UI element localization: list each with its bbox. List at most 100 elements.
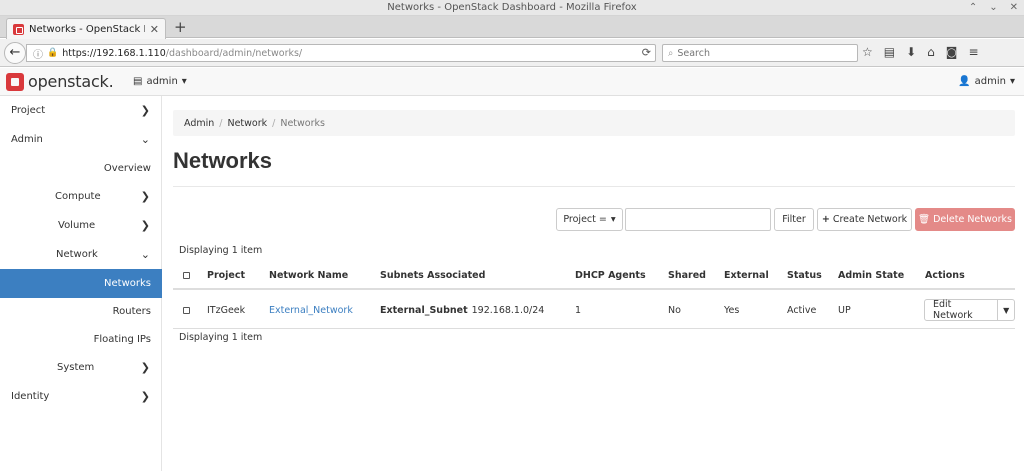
sidebar-item-label: Identity bbox=[11, 391, 50, 402]
project-dropdown[interactable]: ▤ admin ▾ bbox=[133, 76, 187, 87]
logo-text: openstack. bbox=[28, 72, 114, 91]
select-all-cell bbox=[183, 262, 190, 288]
subnet-name: External_Subnet bbox=[380, 304, 468, 316]
filter-field-dropdown[interactable]: Project = ▾ bbox=[556, 208, 623, 231]
tab-close-icon[interactable]: ✕ bbox=[150, 23, 159, 36]
cell-status: Active bbox=[787, 304, 817, 316]
header-dhcp-agents[interactable]: DHCP Agents bbox=[575, 262, 646, 288]
table-header-row: Project Network Name Subnets Associated … bbox=[173, 262, 1015, 290]
window-titlebar: Networks - OpenStack Dashboard - Mozilla… bbox=[0, 0, 1024, 16]
breadcrumb-admin[interactable]: Admin bbox=[184, 118, 214, 129]
delete-networks-button[interactable]: 🗑 Delete Networks bbox=[915, 208, 1015, 231]
header-network-name[interactable]: Network Name bbox=[269, 262, 348, 288]
bookmark-star-icon[interactable]: ☆ bbox=[862, 45, 873, 59]
sidebar-item-admin[interactable]: Admin ⌄ bbox=[0, 125, 162, 154]
chevron-right-icon: ❯ bbox=[140, 190, 150, 203]
browser-tabbar: Networks - OpenStack Dasl ✕ + bbox=[0, 16, 1024, 39]
header-subnets[interactable]: Subnets Associated bbox=[380, 262, 485, 288]
insecure-lock-icon[interactable]: 🔒 bbox=[47, 48, 58, 58]
sidebar-item-label: Networks bbox=[104, 278, 151, 289]
sidebar-item-floating-ips[interactable]: Floating IPs bbox=[0, 325, 162, 354]
url-host: https://192.168.1.110 bbox=[62, 47, 166, 59]
menu-icon[interactable]: ≡ bbox=[968, 45, 978, 59]
project-label: admin bbox=[146, 76, 178, 87]
openstack-logo-icon bbox=[6, 72, 24, 91]
title-divider bbox=[173, 186, 1015, 187]
caret-down-icon: ▾ bbox=[1009, 76, 1015, 87]
back-button[interactable]: ← bbox=[4, 42, 26, 64]
sidebar-item-routers[interactable]: Routers bbox=[0, 297, 162, 326]
sidebar-item-overview[interactable]: Overview bbox=[0, 154, 162, 183]
maximize-icon[interactable]: ⌄ bbox=[989, 0, 997, 16]
filter-input[interactable] bbox=[625, 208, 771, 231]
row-checkbox[interactable] bbox=[183, 306, 190, 314]
breadcrumb-separator: / bbox=[219, 117, 223, 129]
sidebar-item-networks[interactable]: Networks bbox=[0, 269, 162, 298]
info-icon[interactable]: ⓘ bbox=[33, 46, 43, 61]
openstack-favicon-icon bbox=[13, 23, 24, 35]
filter-button[interactable]: Filter bbox=[774, 208, 814, 231]
project-icon: ▤ bbox=[133, 76, 143, 87]
main-content: Admin / Network / Networks Networks Proj… bbox=[162, 96, 1024, 471]
url-path: /dashboard/admin/networks/ bbox=[165, 47, 303, 59]
chevron-right-icon: ❯ bbox=[140, 361, 150, 374]
header-project[interactable]: Project bbox=[207, 262, 245, 288]
more-actions-caret-icon[interactable]: ▼ bbox=[998, 299, 1015, 321]
chevron-right-icon: ❯ bbox=[140, 390, 150, 403]
sidebar: Project ❯ Admin ⌄ Overview Compute ❯ Vol… bbox=[0, 96, 162, 471]
download-icon[interactable]: ⬇ bbox=[906, 45, 916, 59]
window-controls: ⌃ ⌄ ✕ bbox=[969, 0, 1018, 16]
pocket-icon[interactable]: ◙ bbox=[946, 45, 958, 59]
chevron-down-icon: ⌄ bbox=[140, 133, 150, 146]
user-dropdown[interactable]: 👤 admin ▾ bbox=[958, 76, 1015, 87]
sidebar-item-label: Compute bbox=[55, 191, 101, 202]
edit-network-button[interactable]: Edit Network bbox=[924, 299, 999, 321]
reading-list-icon[interactable]: ▤ bbox=[884, 45, 895, 59]
browser-toolbar: ☆ ▤ ⬇ ⌂ ◙ ≡ bbox=[862, 45, 979, 59]
cell-subnets: External_Subnet 192.168.1.0/24 bbox=[380, 292, 544, 328]
browser-search-box[interactable]: ⌕ bbox=[662, 44, 858, 62]
display-count-bottom: Displaying 1 item bbox=[179, 332, 263, 343]
minimize-icon[interactable]: ⌃ bbox=[969, 0, 977, 16]
sidebar-item-identity[interactable]: Identity ❯ bbox=[0, 382, 162, 411]
tab-title: Networks - OpenStack Dasl bbox=[29, 23, 145, 35]
header-shared[interactable]: Shared bbox=[668, 262, 706, 288]
header-admin-state[interactable]: Admin State bbox=[838, 262, 904, 288]
sidebar-item-label: Project bbox=[11, 105, 46, 116]
browser-search-input[interactable] bbox=[677, 47, 838, 59]
select-all-checkbox[interactable] bbox=[183, 271, 190, 279]
browser-navbar: ← ⓘ 🔒 https://192.168.1.110 /dashboard/a… bbox=[0, 39, 1024, 67]
header-external[interactable]: External bbox=[724, 262, 769, 288]
sidebar-item-label: System bbox=[57, 362, 95, 373]
subnet-cidr: 192.168.1.0/24 bbox=[471, 304, 545, 316]
network-name-link[interactable]: External_Network bbox=[269, 292, 353, 328]
header-status[interactable]: Status bbox=[787, 262, 822, 288]
row-select-cell bbox=[183, 292, 190, 328]
header-actions: Actions bbox=[925, 269, 965, 281]
url-bar[interactable]: ⓘ 🔒 https://192.168.1.110 /dashboard/adm… bbox=[26, 44, 656, 62]
caret-down-icon: ▾ bbox=[610, 214, 616, 225]
sidebar-item-network[interactable]: Network ⌄ bbox=[0, 240, 162, 269]
browser-tab[interactable]: Networks - OpenStack Dasl ✕ bbox=[6, 18, 166, 39]
breadcrumb-network[interactable]: Network bbox=[227, 118, 267, 129]
cell-external: Yes bbox=[724, 304, 740, 316]
cell-admin-state: UP bbox=[838, 304, 851, 316]
sidebar-item-volume[interactable]: Volume ❯ bbox=[0, 211, 162, 240]
page-title: Networks bbox=[173, 148, 273, 173]
reload-icon[interactable]: ⟳ bbox=[642, 46, 651, 59]
chevron-right-icon: ❯ bbox=[140, 219, 150, 232]
sidebar-item-project[interactable]: Project ❯ bbox=[0, 96, 162, 125]
display-count-top: Displaying 1 item bbox=[179, 245, 263, 256]
new-tab-button[interactable]: + bbox=[174, 18, 187, 36]
openstack-logo[interactable]: openstack. bbox=[6, 72, 114, 91]
close-window-icon[interactable]: ✕ bbox=[1010, 0, 1018, 16]
sidebar-item-system[interactable]: System ❯ bbox=[0, 353, 162, 382]
cell-shared: No bbox=[668, 304, 681, 316]
create-network-label: Create Network bbox=[832, 214, 908, 225]
user-icon: 👤 bbox=[958, 76, 971, 87]
filter-toolbar: Project = ▾ Filter + Create Network 🗑 De… bbox=[162, 208, 1024, 232]
create-network-button[interactable]: + Create Network bbox=[817, 208, 912, 231]
home-icon[interactable]: ⌂ bbox=[927, 45, 935, 59]
sidebar-item-compute[interactable]: Compute ❯ bbox=[0, 182, 162, 211]
user-label: admin bbox=[974, 76, 1006, 87]
